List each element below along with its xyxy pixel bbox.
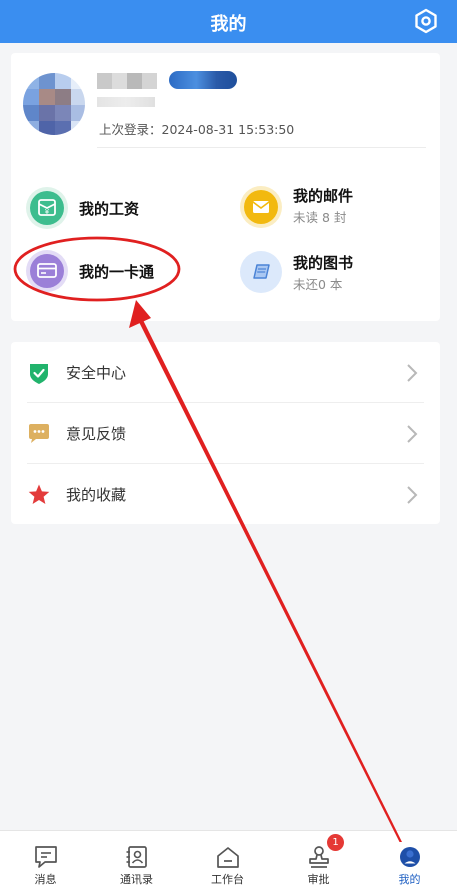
shield-icon: [27, 361, 51, 385]
menu-card: 安全中心 意见反馈 我的收藏: [11, 342, 440, 524]
bottom-tab-bar: 消息 通讯录 工作台 审批 1 我的: [0, 830, 457, 888]
entry-mail[interactable]: 我的邮件 未读 8 封: [240, 183, 420, 229]
tab-workbench-label: 工作台: [211, 873, 244, 886]
settings-gear-icon[interactable]: [413, 8, 439, 34]
menu-item-favorites[interactable]: 我的收藏: [11, 464, 440, 525]
user-info-redacted: [97, 97, 155, 107]
approval-count-badge: 1: [327, 834, 344, 851]
tab-approval[interactable]: 审批 1: [273, 831, 364, 888]
tab-contacts-label: 通讯录: [120, 873, 153, 886]
chevron-right-icon: [406, 424, 418, 444]
divider: [97, 147, 426, 148]
tab-messages-label: 消息: [34, 873, 57, 886]
entry-library-label: 我的图书: [293, 254, 354, 272]
user-icon: [397, 844, 423, 870]
message-icon: [33, 844, 59, 870]
profile-card: 上次登录：2024-08-31 15:53:50 ¥ 我的工资 我的邮件 未读 …: [11, 53, 440, 321]
tab-approval-label: 审批: [307, 873, 330, 886]
menu-item-security-label: 安全中心: [66, 364, 127, 382]
feedback-icon: [27, 422, 51, 446]
avatar[interactable]: [23, 73, 85, 135]
star-icon: [27, 483, 51, 507]
tab-contacts[interactable]: 通讯录: [91, 831, 182, 888]
entry-library-sub: 未还0 本: [293, 277, 343, 292]
entry-salary-label: 我的工资: [79, 200, 140, 218]
tab-mine-label: 我的: [398, 873, 421, 886]
menu-item-feedback[interactable]: 意见反馈: [11, 403, 440, 464]
top-bar: 我的: [0, 0, 457, 43]
entry-campus-card-label: 我的一卡通: [79, 263, 155, 281]
menu-item-favorites-label: 我的收藏: [66, 486, 127, 504]
entry-campus-card[interactable]: 我的一卡通: [26, 250, 206, 296]
entry-salary[interactable]: ¥ 我的工资: [26, 187, 206, 233]
tab-messages[interactable]: 消息: [0, 831, 91, 888]
page-title: 我的: [210, 14, 247, 35]
user-name-redacted: [97, 73, 159, 89]
menu-item-feedback-label: 意见反馈: [66, 425, 127, 443]
tab-workbench[interactable]: 工作台: [182, 831, 273, 888]
mail-icon: [240, 186, 282, 228]
entry-mail-label: 我的邮件: [293, 187, 354, 205]
chevron-right-icon: [406, 363, 418, 383]
chevron-right-icon: [406, 485, 418, 505]
contacts-icon: [124, 844, 150, 870]
tab-mine[interactable]: 我的: [364, 831, 455, 888]
menu-item-security[interactable]: 安全中心: [11, 342, 440, 403]
book-icon: [240, 251, 282, 293]
user-tag-redacted: [169, 71, 237, 89]
workbench-icon: [215, 844, 241, 870]
entry-mail-sub: 未读 8 封: [293, 210, 347, 225]
last-login-text: 上次登录：2024-08-31 15:53:50: [99, 122, 295, 137]
card-icon: [26, 250, 68, 292]
salary-icon: ¥: [26, 187, 68, 229]
entry-library[interactable]: 我的图书 未还0 本: [240, 249, 420, 295]
svg-text:¥: ¥: [45, 208, 50, 216]
